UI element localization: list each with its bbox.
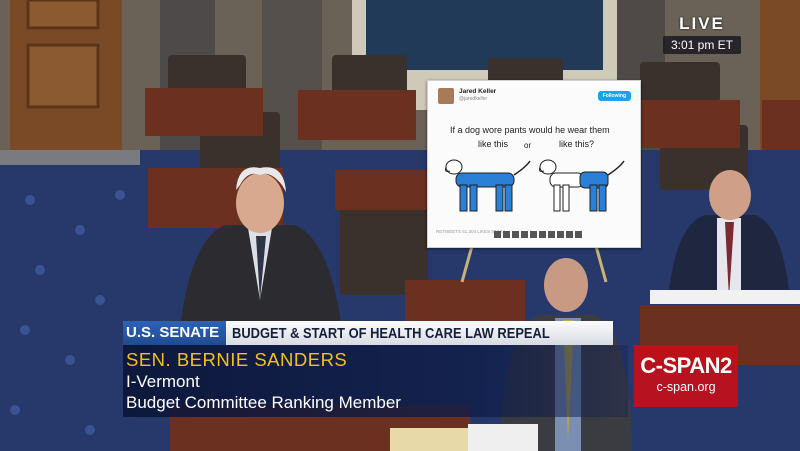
staffer-head [709,170,751,220]
cspan2-logo: C-SPAN2 c-span.org [634,345,738,407]
cspan-url: c-span.org [656,380,716,394]
desk [298,90,416,140]
desk [640,100,740,148]
desk [762,100,800,150]
dog-pants-four-legs-illustration [445,159,531,212]
chair [640,62,720,102]
aide-head [544,258,588,312]
speaker-role: Budget Committee Ranking Member [126,393,401,412]
speaker-name: SEN. BERNIE SANDERS [126,349,348,370]
chair [332,55,407,95]
papers [468,424,538,451]
dog-pants-back-legs-illustration [539,159,625,212]
desk [145,88,263,136]
live-indicator: LIVE 3:01 pm ET [663,14,741,54]
lower-third-nameplate: SEN. BERNIE SANDERS I-Vermont Budget Com… [123,345,628,417]
poster-option-left: like this [478,139,509,149]
speaker-affiliation: I-Vermont [126,372,200,391]
desk [335,170,430,210]
tweet-poster: Jared Keller @jaredkeller Following If a… [427,80,641,248]
poster-liker-avatars [494,231,582,238]
papers [650,290,800,304]
poster-or: or [524,141,532,150]
cspan2-logo-text: C-SPAN2 [640,353,732,378]
live-label: LIVE [679,14,725,33]
following-badge: Following [597,91,631,101]
lower-third-topic-bar: U.S. SENATE BUDGET & START OF HEALTH CAR… [123,321,613,345]
avatar [438,88,454,104]
topic-label: BUDGET & START OF HEALTH CARE LAW REPEAL [232,324,550,342]
poster-option-right: like this? [559,139,595,149]
poster-handle: @jaredkeller [459,96,488,102]
papers [390,428,470,451]
speaker-head [236,173,284,233]
live-time: 3:01 pm ET [663,36,741,54]
network-label: U.S. SENATE [123,321,227,345]
poster-question: If a dog wore pants would he wear them [450,125,610,135]
poster-account-name: Jared Keller [459,88,497,95]
